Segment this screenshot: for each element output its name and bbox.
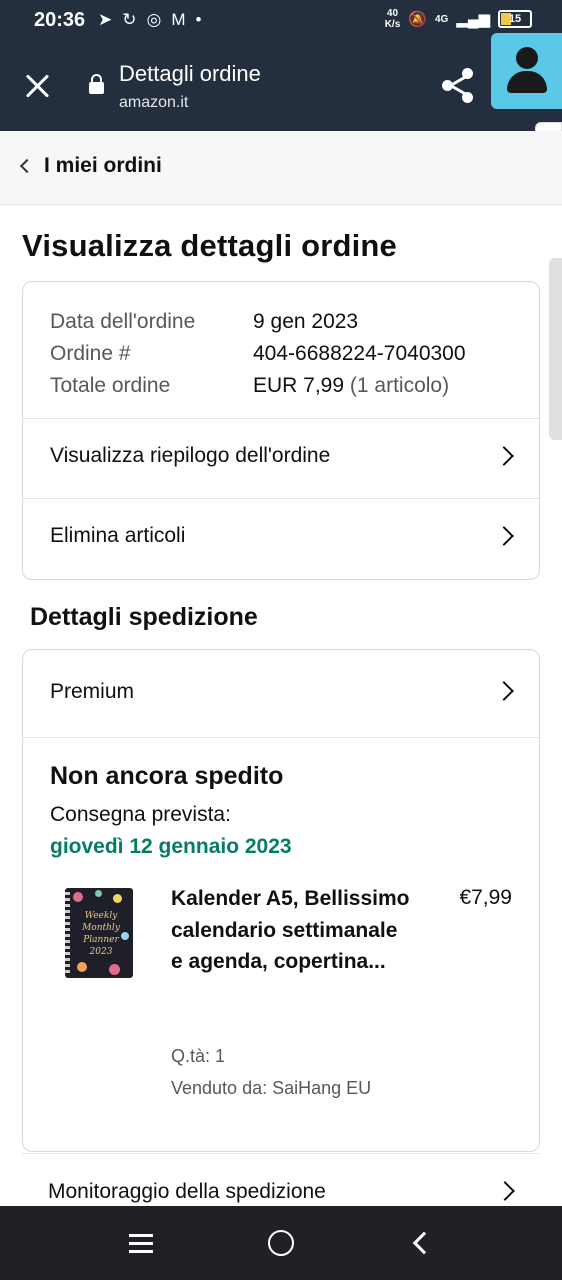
scrollbar[interactable] (549, 258, 562, 440)
chevron-right-icon (494, 681, 514, 701)
product-price: €7,99 (459, 886, 512, 909)
product-cover-text: Weekly Monthly Planner 2023 (82, 911, 120, 957)
order-summary-link[interactable]: Visualizza riepilogo dell'ordine (23, 418, 539, 498)
product-title[interactable]: Kalender A5, Bellissimo calendario setti… (171, 883, 411, 978)
telegram-icon: ➤ (98, 10, 113, 29)
status-bar: 20:36 ➤ ↻ ◎ M • 40 K/s 🔕 4G ▂▄▆ 15 (0, 0, 562, 44)
eta-label: Consegna prevista: (50, 803, 231, 826)
header-title: Dettagli ordine (119, 61, 261, 86)
chevron-right-icon (494, 526, 514, 546)
order-number-row: Ordine # 404-6688224-7040300 (50, 342, 466, 365)
status-time: 20:36 (34, 9, 86, 31)
back-icon[interactable] (412, 1231, 436, 1255)
delete-items-link[interactable]: Elimina articoli (23, 498, 539, 578)
shipment-section-title: Dettagli spedizione (30, 603, 258, 631)
user-icon (516, 47, 538, 69)
chevron-right-icon (494, 446, 514, 466)
shipment-status: Non ancora spedito (50, 762, 284, 790)
mute-icon: 🔕 (408, 11, 427, 28)
lock-icon (89, 74, 104, 94)
battery-level: 15 (508, 13, 522, 25)
notification-icons: ➤ ↻ ◎ M • (98, 10, 201, 30)
battery-icon: 15 (498, 10, 532, 28)
chrome-icon: ◎ (146, 10, 162, 29)
chevron-left-icon (19, 158, 35, 174)
signal-icon: ▂▄▆ (456, 11, 490, 28)
order-total-row: Totale ordine EUR 7,99 (1 articolo) (50, 374, 450, 397)
order-info: Data dell'ordine 9 gen 2023 Ordine # 404… (50, 306, 466, 402)
page-title: Visualizza dettagli ordine (22, 228, 397, 263)
breadcrumb[interactable]: I miei ordini (0, 131, 562, 205)
eta-date: giovedì 12 gennaio 2023 (50, 835, 292, 858)
share-icon[interactable] (440, 68, 480, 104)
product-image[interactable]: Weekly Monthly Planner 2023 (65, 888, 133, 978)
chevron-right-icon (495, 1181, 515, 1201)
breadcrumb-label: I miei ordini (44, 154, 162, 177)
close-icon[interactable] (22, 70, 54, 102)
network-type: 4G (434, 13, 449, 25)
shipping-type-row[interactable]: Premium (23, 650, 539, 738)
dot-icon: • (195, 10, 202, 29)
browser-header: Dettagli ordine amazon.it (0, 44, 562, 131)
tracking-link[interactable]: Monitoraggio della spedizione (22, 1153, 540, 1205)
sync-icon: ↻ (122, 10, 137, 29)
menu-icon[interactable] (129, 1234, 153, 1253)
system-nav-bar (0, 1206, 562, 1280)
gmail-icon: M (171, 10, 186, 29)
network-speed: 40 K/s (384, 8, 401, 30)
product-quantity: Q.tà: 1 (171, 1046, 226, 1066)
order-summary-card: Data dell'ordine 9 gen 2023 Ordine # 404… (22, 281, 540, 580)
home-icon[interactable] (268, 1230, 294, 1256)
order-date-row: Data dell'ordine 9 gen 2023 (50, 310, 359, 333)
user-avatar-button[interactable] (491, 33, 562, 109)
shipment-card: Premium Non ancora spedito Consegna prev… (22, 649, 540, 1152)
system-icons: 40 K/s 🔕 4G ▂▄▆ 15 (385, 8, 532, 30)
header-url: amazon.it (119, 94, 189, 111)
product-seller: Venduto da: SaiHang EU (171, 1078, 372, 1098)
